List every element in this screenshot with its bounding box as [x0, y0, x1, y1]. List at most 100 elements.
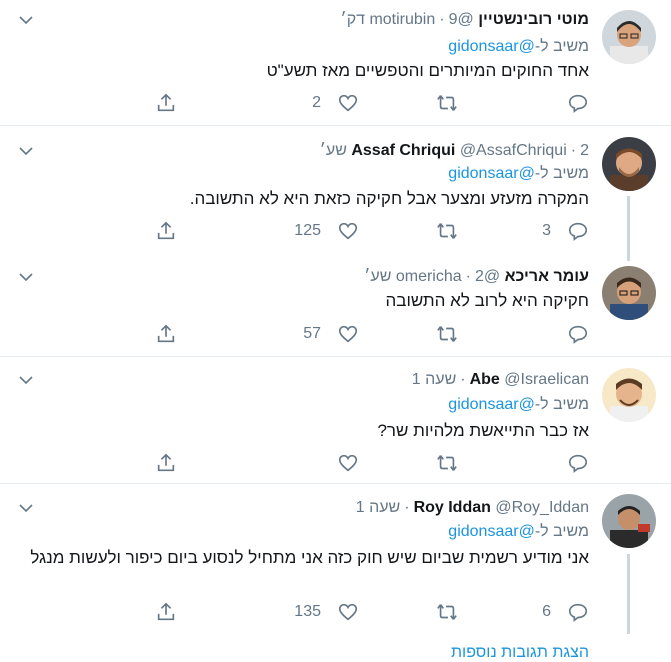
show-more-replies-link[interactable]: הצגת תגובות נוספות: [451, 644, 589, 662]
like-icon: [338, 94, 358, 112]
author-handle[interactable]: @Roy_Iddan: [495, 499, 589, 516]
share-button[interactable]: [155, 219, 177, 243]
author-name[interactable]: מוטי רובינשטיין: [478, 11, 589, 28]
like-icon: [338, 222, 358, 240]
like-button[interactable]: 57: [303, 322, 359, 346]
tweet-actions: 2: [79, 91, 589, 115]
share-button[interactable]: [155, 600, 177, 624]
separator-dot: ·: [460, 371, 466, 388]
retweet-icon: [437, 455, 457, 471]
mention-link[interactable]: @gidonsaar: [448, 165, 535, 182]
like-button[interactable]: 125: [294, 219, 359, 243]
like-icon: [338, 603, 358, 621]
author-handle[interactable]: @motirubin: [369, 11, 473, 28]
chevron-down-icon[interactable]: [18, 269, 34, 285]
share-icon: [157, 221, 175, 240]
reply-icon: [568, 603, 588, 622]
retweet-button[interactable]: [435, 322, 459, 346]
tweet-text: אז כבר התייאשת מלהיות שר?: [377, 421, 589, 440]
tweet[interactable]: Abe @Israelican·שעה 1 משיב ל-@gidonsaar …: [0, 357, 671, 483]
tweet-header: Abe @Israelican ·שעה 1: [412, 370, 589, 390]
replying-to: משיב ל-@gidonsaar: [448, 395, 589, 415]
tweet[interactable]: Roy Iddan @Roy_Iddan ·שעה 1 משיב ל-@gidon…: [0, 484, 671, 653]
replying-prefix: משיב ל-: [534, 523, 589, 540]
author-handle[interactable]: @AssafChriqui: [460, 142, 567, 159]
tweet-actions: 3 125: [79, 219, 589, 243]
reply-icon: [568, 454, 588, 473]
replying-to: משיב ל-@gidonsaar: [448, 164, 589, 184]
retweet-button[interactable]: [435, 600, 459, 624]
tweet-header: Roy Iddan @Roy_Iddan ·שעה 1: [356, 498, 589, 518]
separator-dot: ·: [404, 499, 410, 516]
mention-link[interactable]: @gidonsaar: [448, 396, 535, 413]
retweet-icon: [437, 223, 457, 239]
reply-button[interactable]: [567, 322, 589, 346]
author-name[interactable]: Abe: [470, 371, 500, 388]
share-icon: [157, 453, 175, 472]
replying-prefix: משיב ל-: [534, 396, 589, 413]
reply-icon: [568, 222, 588, 241]
author-name[interactable]: עומר אריכא: [505, 268, 589, 285]
like-icon: [338, 454, 358, 472]
tweet-text: אני מודיע רשמית שביום שיש חוק כזה אני מת…: [30, 548, 589, 567]
retweet-icon: [437, 604, 457, 620]
author-handle[interactable]: @omericha: [396, 268, 500, 285]
retweet-button[interactable]: [435, 91, 459, 115]
reply-icon: [568, 94, 588, 113]
tweet[interactable]: Assaf Chriqui @AssafChriqui ·2 שע׳ משיב ל…: [0, 126, 671, 261]
like-button[interactable]: 135: [294, 600, 359, 624]
avatar[interactable]: [602, 494, 656, 548]
share-icon: [157, 93, 175, 112]
reply-button[interactable]: 3: [542, 219, 589, 243]
like-count: 2: [312, 94, 321, 111]
chevron-down-icon[interactable]: [18, 12, 34, 28]
thread-line: [627, 196, 630, 261]
chevron-down-icon[interactable]: [18, 500, 34, 516]
like-count: 135: [294, 603, 321, 620]
share-button[interactable]: [155, 451, 177, 475]
reply-button[interactable]: [567, 451, 589, 475]
like-count: 125: [294, 222, 321, 239]
tweet-header: Assaf Chriqui @AssafChriqui ·2 שע׳: [320, 141, 589, 161]
timestamp[interactable]: שעה 1: [412, 371, 456, 388]
chevron-down-icon[interactable]: [18, 143, 34, 159]
tweet-actions: [79, 451, 589, 475]
author-name[interactable]: Assaf Chriqui: [351, 142, 455, 159]
chevron-down-icon[interactable]: [18, 372, 34, 388]
tweet-text: אחד החוקים המיותרים והטפשיים מאז תשע"ט: [266, 61, 589, 80]
reply-button[interactable]: [567, 91, 589, 115]
share-icon: [157, 324, 175, 343]
retweet-button[interactable]: [435, 219, 459, 243]
author-name[interactable]: Roy Iddan: [414, 499, 491, 516]
replying-to: משיב ל-@gidonsaar: [448, 522, 589, 542]
avatar[interactable]: [602, 10, 656, 64]
reply-button[interactable]: 6: [542, 600, 589, 624]
share-button[interactable]: [155, 91, 177, 115]
separator-dot: ·: [465, 268, 471, 285]
tweet-actions: 57: [79, 322, 589, 346]
author-handle[interactable]: @Israelican: [504, 371, 589, 388]
tweet-header: עומר אריכא @omericha·2 שע׳: [364, 267, 589, 287]
reply-icon: [568, 325, 588, 344]
avatar[interactable]: [602, 137, 656, 191]
tweet[interactable]: עומר אריכא @omericha·2 שע׳ חקיקה היא לרו…: [0, 256, 671, 356]
avatar[interactable]: [602, 368, 656, 422]
avatar[interactable]: [602, 266, 656, 320]
separator-dot: ·: [570, 142, 577, 159]
tweet[interactable]: מוטי רובינשטיין @motirubin·9 דק׳ משיב ל-…: [0, 0, 671, 125]
mention-link[interactable]: @gidonsaar: [448, 38, 535, 55]
reply-count: 6: [542, 603, 551, 620]
retweet-icon: [437, 326, 457, 342]
like-button[interactable]: 2: [312, 91, 359, 115]
separator-dot: ·: [439, 11, 445, 28]
share-button[interactable]: [155, 322, 177, 346]
replying-prefix: משיב ל-: [534, 38, 589, 55]
retweet-button[interactable]: [435, 451, 459, 475]
like-icon: [338, 325, 358, 343]
like-button[interactable]: [337, 451, 359, 475]
timestamp[interactable]: שעה 1: [356, 499, 400, 516]
mention-link[interactable]: @gidonsaar: [448, 523, 535, 540]
tweet-actions: 6 135: [79, 600, 589, 624]
retweet-icon: [437, 95, 457, 111]
tweet-header: מוטי רובינשטיין @motirubin·9 דק׳: [341, 10, 589, 30]
